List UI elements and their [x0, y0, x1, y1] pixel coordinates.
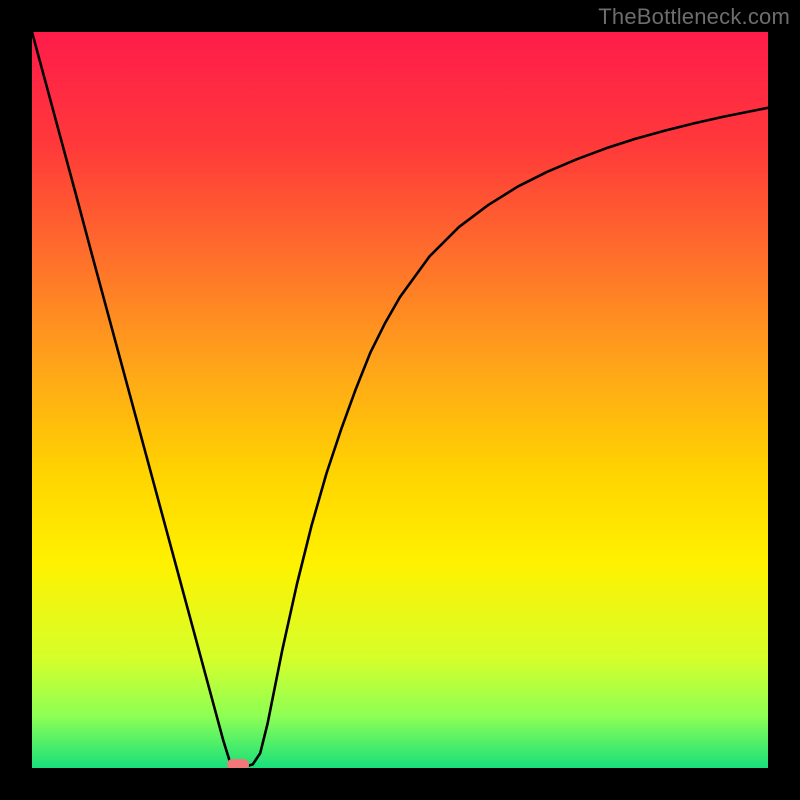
bottleneck-chart [32, 32, 768, 768]
gradient-background [32, 32, 768, 768]
chart-frame [32, 32, 768, 768]
sweet-spot-marker [227, 759, 249, 768]
watermark-text: TheBottleneck.com [598, 4, 790, 30]
